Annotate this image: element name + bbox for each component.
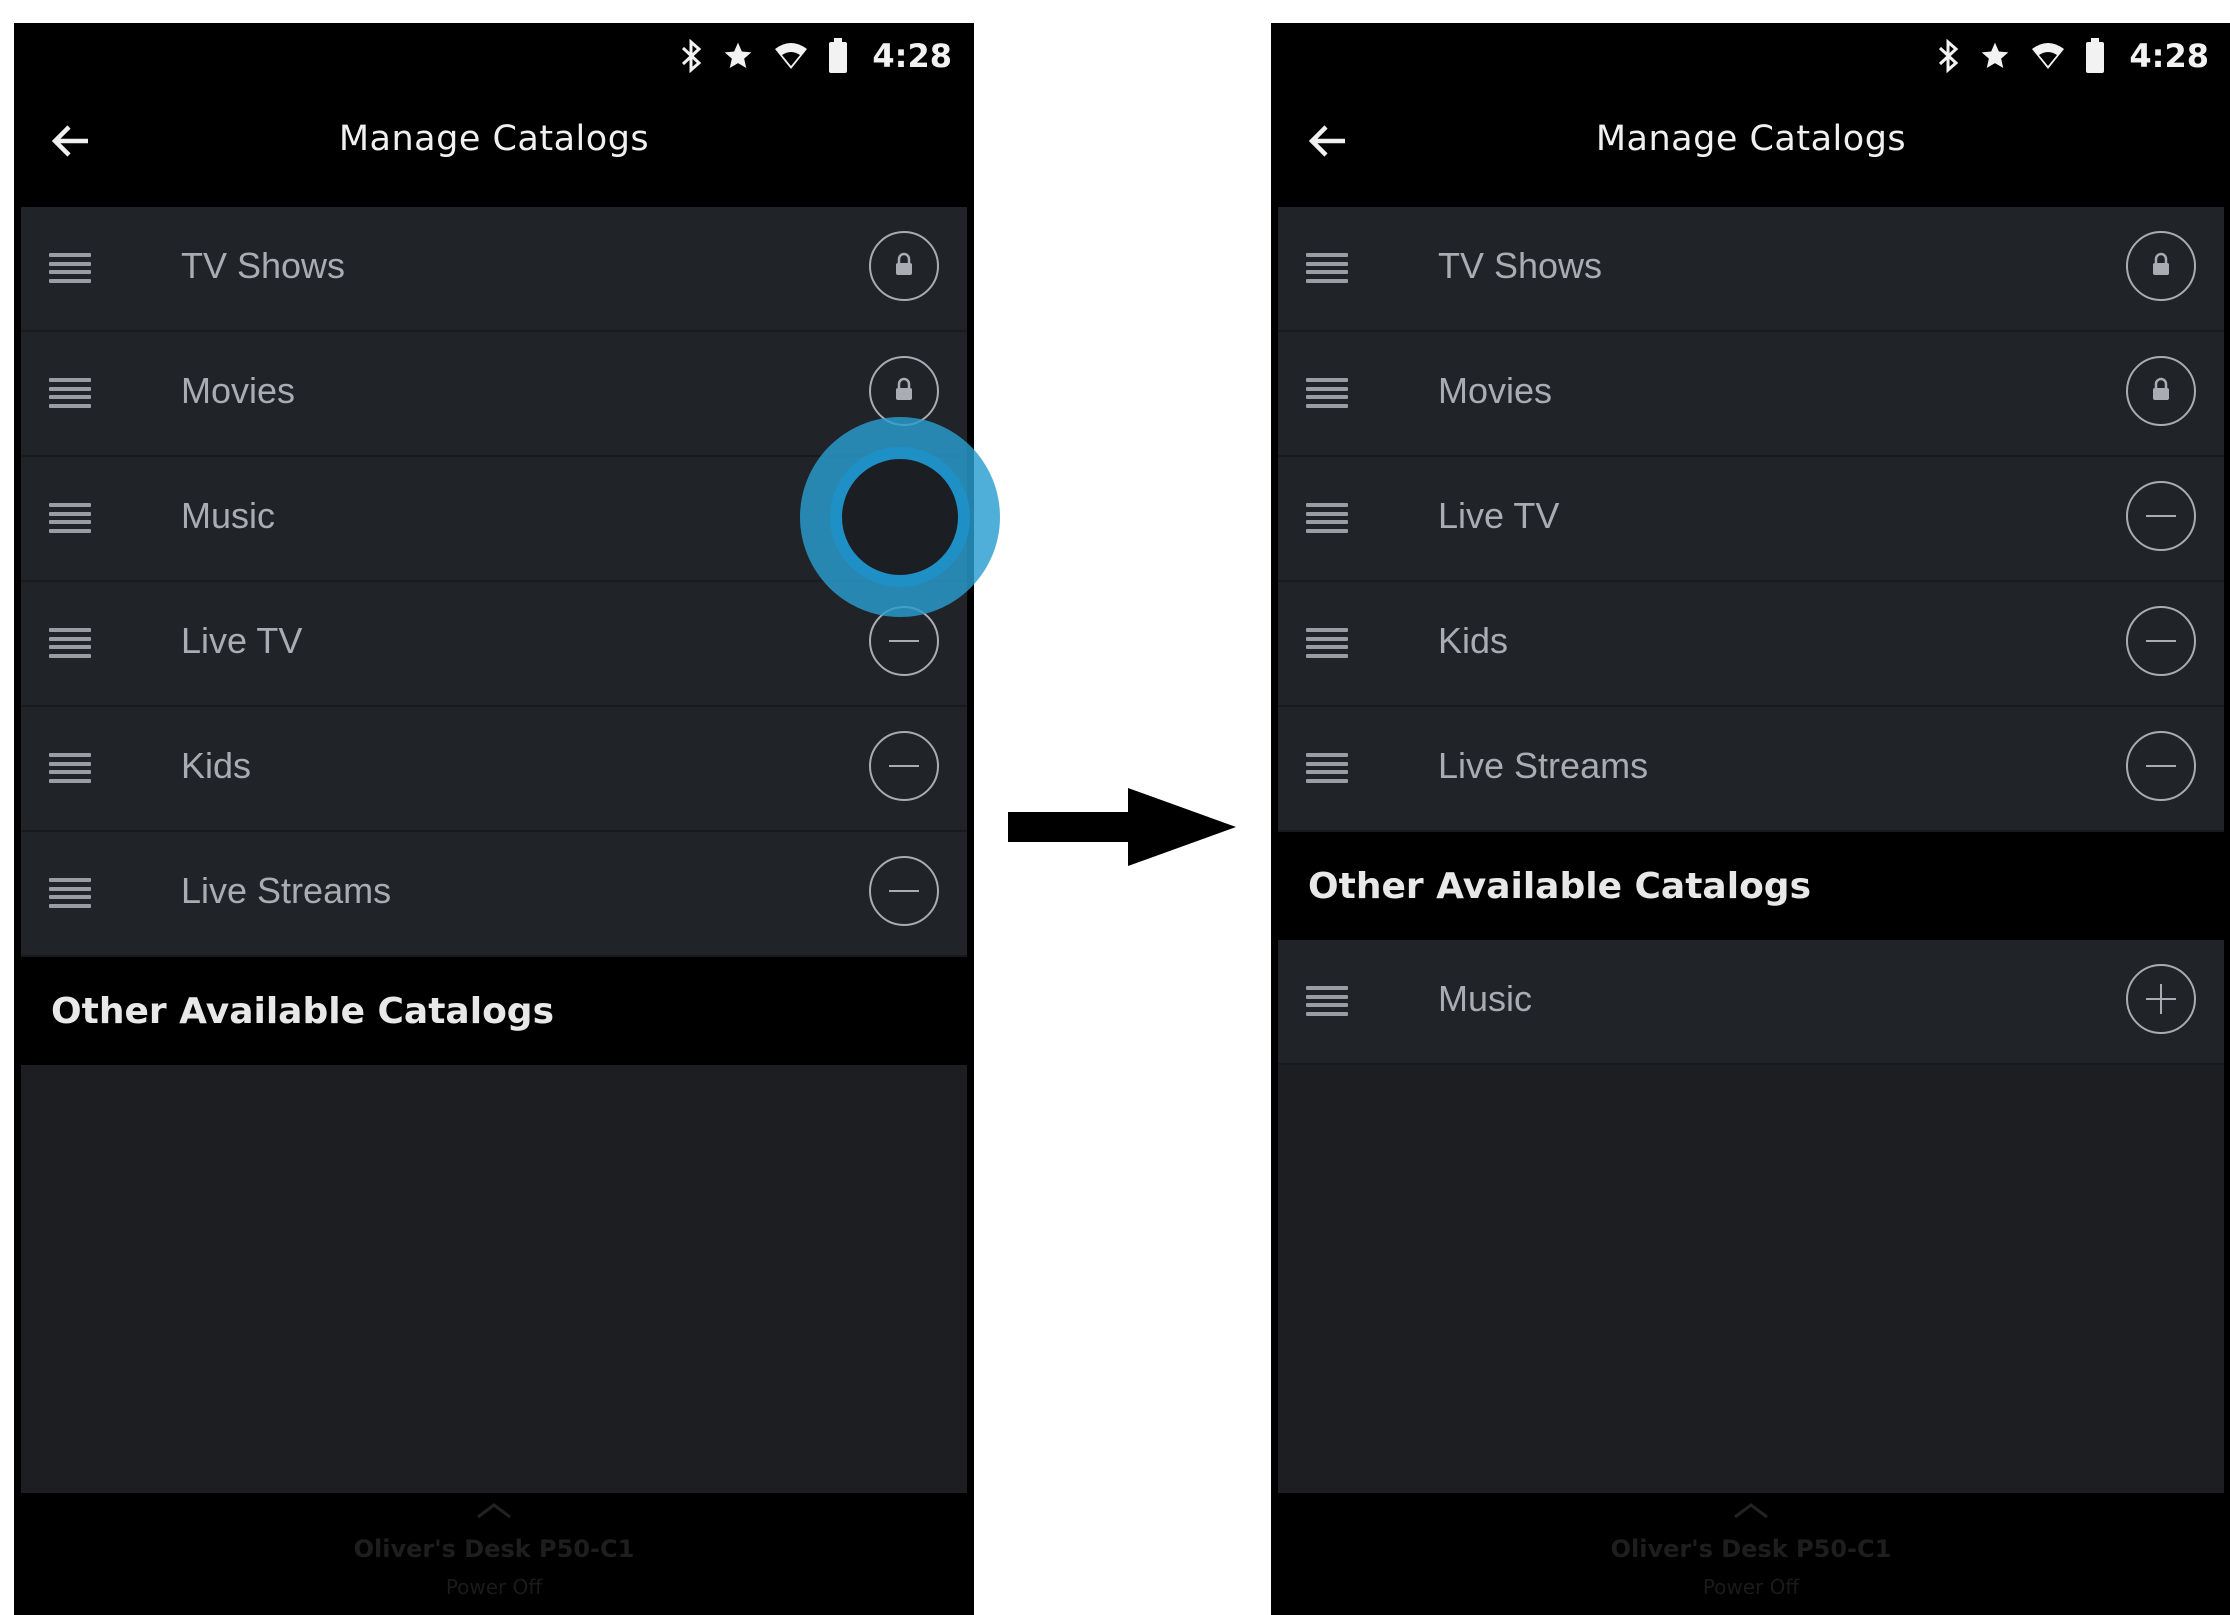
remove-catalog-button[interactable] [869,481,939,551]
status-bar: 4:28 [1271,23,2230,89]
catalog-label: Movies [181,370,296,411]
minus-circle-icon [2146,515,2176,517]
catalog-row[interactable]: TV Shows [21,207,967,332]
drag-handle-icon[interactable] [49,628,91,658]
catalog-label: Live Streams [181,870,392,911]
catalog-row[interactable]: Kids [1278,582,2224,707]
drag-handle-icon[interactable] [49,878,91,908]
catalog-label: Music [1438,978,1533,1019]
bottom-device-bar[interactable]: Oliver's Desk P50-C1 Power Off [14,1493,974,1615]
remove-catalog-button[interactable] [869,606,939,676]
catalog-row[interactable]: TV Shows [1278,207,2224,332]
plus-circle-icon [2146,984,2176,1014]
catalog-label: Kids [181,745,252,786]
minus-circle-icon [889,765,919,767]
minus-circle-icon [2146,765,2176,767]
lock-icon [2150,252,2172,280]
lock-button[interactable] [2126,231,2196,301]
device-name: Oliver's Desk P50-C1 [353,1535,635,1563]
lock-icon [893,252,915,280]
phone-screen-after: 4:28 Manage Catalogs TV Shows Movies Liv… [1271,23,2230,1615]
available-catalog-row[interactable]: Music [1278,940,2224,1065]
device-name: Oliver's Desk P50-C1 [1610,1535,1892,1563]
lock-button[interactable] [869,231,939,301]
catalog-row[interactable]: Music [21,457,967,582]
drag-handle-icon[interactable] [49,253,91,283]
bottom-device-bar[interactable]: Oliver's Desk P50-C1 Power Off [1271,1493,2230,1615]
catalog-label: Live TV [1438,495,1560,536]
drag-handle-icon[interactable] [49,378,91,408]
catalog-label: Kids [1438,620,1509,661]
remove-catalog-button[interactable] [2126,481,2196,551]
lock-button[interactable] [869,356,939,426]
wifi-icon [774,41,808,71]
star-icon [1979,40,2011,72]
phone-screen-before: 4:28 Manage Catalogs TV Shows Movies Mus… [14,23,974,1615]
remove-catalog-button[interactable] [869,856,939,926]
drag-handle-icon[interactable] [1306,986,1348,1016]
lock-icon [893,377,915,405]
drag-handle-icon[interactable] [1306,628,1348,658]
drag-handle-icon[interactable] [49,753,91,783]
wifi-icon [2031,41,2065,71]
app-bar: Manage Catalogs [1271,89,2230,207]
drag-handle-icon[interactable] [1306,753,1348,783]
catalog-row[interactable]: Movies [21,332,967,457]
device-status: Power Off [1702,1575,1800,1599]
remove-catalog-button[interactable] [869,731,939,801]
status-time: 4:28 [2129,37,2209,75]
battery-icon [2085,38,2105,74]
catalog-row[interactable]: Live TV [1278,457,2224,582]
device-status: Power Off [445,1575,543,1599]
status-bar: 4:28 [14,23,974,89]
drag-handle-icon[interactable] [1306,253,1348,283]
catalog-label: Live Streams [1438,745,1649,786]
battery-icon [828,38,848,74]
minus-circle-icon [889,640,919,642]
section-header-other-catalogs: Other Available Catalogs [21,957,967,1065]
star-icon [722,40,754,72]
catalog-list-area: TV Shows Movies Live TV Kids Live Stream… [1278,207,2224,1493]
remove-catalog-button[interactable] [2126,731,2196,801]
minus-circle-icon [889,515,919,517]
bluetooth-icon [1937,39,1959,73]
remove-catalog-button[interactable] [2126,606,2196,676]
minus-circle-icon [889,890,919,892]
chevron-up-icon[interactable] [474,1501,514,1525]
catalog-label: Music [181,495,276,536]
drag-handle-icon[interactable] [1306,378,1348,408]
lock-icon [2150,377,2172,405]
transition-arrow-icon [1008,786,1238,872]
section-header-other-catalogs: Other Available Catalogs [1278,832,2224,940]
chevron-up-icon[interactable] [1731,1501,1771,1525]
catalog-row[interactable]: Live TV [21,582,967,707]
page-title: Manage Catalogs [1595,119,1907,159]
drag-handle-icon[interactable] [1306,503,1348,533]
minus-circle-icon [2146,640,2176,642]
catalog-row[interactable]: Live Streams [1278,707,2224,832]
catalog-label: TV Shows [181,245,346,286]
bluetooth-icon [680,39,702,73]
catalog-label: Movies [1438,370,1553,411]
status-time: 4:28 [872,37,952,75]
add-catalog-button[interactable] [2126,964,2196,1034]
catalog-row[interactable]: Live Streams [21,832,967,957]
page-title: Manage Catalogs [338,119,650,159]
catalog-label: Live TV [181,620,303,661]
drag-handle-icon[interactable] [49,503,91,533]
catalog-row[interactable]: Kids [21,707,967,832]
catalog-row[interactable]: Movies [1278,332,2224,457]
catalog-label: TV Shows [1438,245,1603,286]
catalog-list-area: TV Shows Movies Music Live TV Kids Live … [21,207,967,1493]
lock-button[interactable] [2126,356,2196,426]
app-bar: Manage Catalogs [14,89,974,207]
